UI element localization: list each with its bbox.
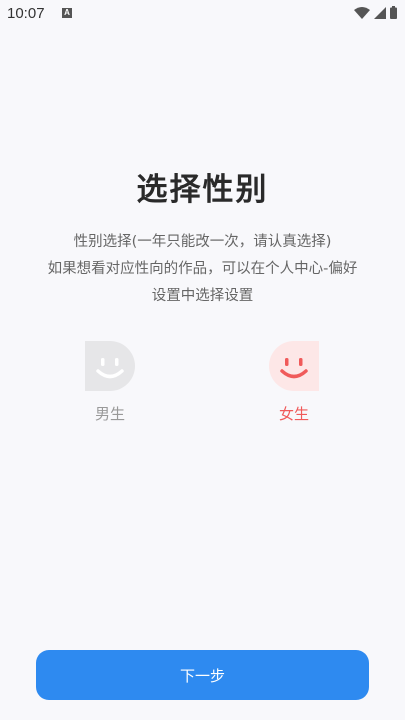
next-step-button[interactable]: 下一步	[36, 650, 369, 700]
gender-label-female: 女生	[278, 405, 309, 423]
notification-icon: A	[62, 8, 72, 18]
status-time: 10:07	[7, 5, 45, 22]
gender-label-male: 男生	[94, 405, 125, 423]
wifi-icon	[354, 6, 370, 19]
smiley-face-icon	[85, 341, 135, 391]
status-bar: 10:07 A	[0, 0, 405, 28]
description-line-2: 如果想看对应性向的作品，可以在个人中心-偏好	[47, 261, 358, 277]
description-line-1: 性别选择(一年只能改一次，请认真选择)	[73, 234, 332, 250]
description-line-3: 设置中选择设置	[151, 288, 254, 304]
gender-option-male[interactable]: 男生	[75, 341, 145, 424]
screen: 10:07 A 选择性别 性别选择(一年只能改一次，请认真选择) 如果想看对应性…	[0, 0, 405, 720]
description: 性别选择(一年只能改一次，请认真选择) 如果想看对应性向的作品，可以在个人中心-…	[20, 229, 385, 310]
page-title: 选择性别	[136, 172, 269, 208]
battery-icon	[390, 6, 397, 19]
smiley-face-icon	[269, 341, 319, 391]
gender-option-female[interactable]: 女生	[259, 341, 329, 424]
next-step-label: 下一步	[179, 666, 225, 685]
status-icons	[354, 6, 397, 19]
signal-icon	[374, 6, 386, 19]
